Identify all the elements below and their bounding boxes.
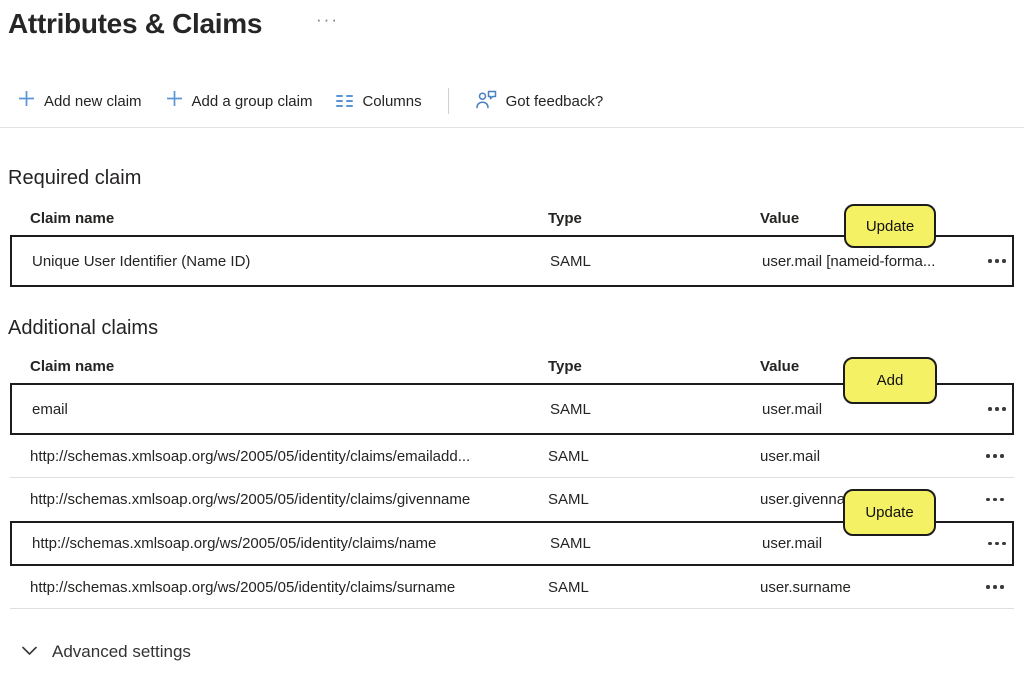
columns-label: Columns — [362, 92, 422, 110]
annotation-update-name-claim: Update — [843, 489, 936, 536]
toolbar-divider — [447, 88, 449, 114]
more-icon — [986, 454, 990, 458]
plus-icon — [166, 90, 183, 112]
columns-button[interactable]: Columns — [336, 92, 422, 110]
row-more-menu-button[interactable] — [988, 407, 1022, 411]
row-more-menu-button[interactable] — [986, 585, 1020, 589]
columns-icon — [336, 94, 354, 108]
claim-name-cell[interactable]: http://schemas.xmlsoap.org/ws/2005/05/id… — [10, 579, 548, 596]
more-icon — [988, 259, 992, 263]
claim-value-cell: user.surname — [760, 578, 851, 596]
more-icon — [986, 585, 990, 589]
claim-type-cell: SAML — [550, 400, 591, 418]
column-header-claim-name: Claim name — [30, 210, 115, 227]
more-icon — [988, 407, 992, 411]
command-bar: Add new claim Add a group claim Columns … — [18, 86, 603, 116]
add-new-claim-button[interactable]: Add new claim — [18, 90, 142, 112]
claim-name-cell[interactable]: Unique User Identifier (Name ID) — [12, 253, 550, 270]
claim-value-cell: user.mail — [762, 535, 823, 552]
table-row-emailaddress[interactable]: http://schemas.xmlsoap.org/ws/2005/05/id… — [10, 435, 1014, 478]
add-group-claim-button[interactable]: Add a group claim — [166, 90, 313, 112]
row-more-menu-button[interactable] — [986, 497, 1020, 502]
more-icon — [988, 541, 992, 546]
claim-value-cell: user.mail [nameid-forma... — [762, 252, 936, 270]
additional-claims-heading: Additional claims — [8, 317, 159, 339]
column-header-type: Type — [548, 358, 582, 375]
plus-icon — [18, 90, 35, 112]
claim-type-cell: SAML — [548, 578, 589, 596]
annotation-add-email-claim: Add — [843, 357, 937, 404]
got-feedback-label: Got feedback? — [505, 92, 604, 110]
feedback-icon — [475, 89, 497, 114]
more-options-icon[interactable]: ··· — [316, 10, 339, 30]
chevron-down-icon — [22, 643, 37, 661]
advanced-settings-label: Advanced settings — [52, 642, 191, 661]
claim-name-cell[interactable]: http://schemas.xmlsoap.org/ws/2005/05/id… — [12, 535, 550, 552]
claim-value-cell: user.mail — [760, 447, 821, 465]
add-group-claim-label: Add a group claim — [191, 92, 313, 110]
required-claim-heading: Required claim — [8, 167, 142, 189]
column-header-type: Type — [548, 210, 582, 227]
add-new-claim-label: Add new claim — [44, 92, 142, 110]
claim-name-cell[interactable]: http://schemas.xmlsoap.org/ws/2005/05/id… — [10, 448, 548, 465]
row-more-menu-button[interactable] — [988, 259, 1022, 263]
claim-type-cell: SAML — [548, 491, 589, 508]
annotation-update-required-claim: Update — [844, 204, 936, 248]
table-row-surname[interactable]: http://schemas.xmlsoap.org/ws/2005/05/id… — [10, 566, 1014, 609]
more-icon — [986, 497, 990, 502]
got-feedback-button[interactable]: Got feedback? — [475, 89, 604, 114]
column-header-claim-name: Claim name — [30, 358, 115, 375]
advanced-settings-toggle[interactable]: Advanced settings — [22, 642, 191, 662]
claim-name-cell[interactable]: http://schemas.xmlsoap.org/ws/2005/05/id… — [10, 491, 548, 508]
claim-type-cell: SAML — [550, 535, 591, 552]
claim-type-cell: SAML — [548, 447, 589, 465]
toolbar-separator — [0, 127, 1024, 128]
claim-name-cell[interactable]: email — [12, 401, 550, 418]
row-more-menu-button[interactable] — [988, 541, 1022, 546]
page-title: Attributes & Claims — [8, 8, 263, 39]
row-more-menu-button[interactable] — [986, 454, 1020, 458]
claim-type-cell: SAML — [550, 252, 591, 270]
